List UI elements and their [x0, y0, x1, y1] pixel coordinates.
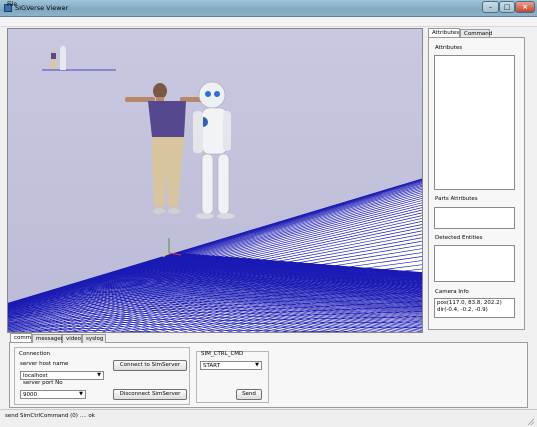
- camera-pos: pos(117.0, 83.8, 202.2): [437, 300, 502, 306]
- tab-video[interactable]: video: [62, 334, 82, 343]
- tab-attributes[interactable]: Attributes: [428, 28, 460, 37]
- send-button[interactable]: Send: [236, 389, 262, 400]
- connect-button[interactable]: Connect to SimServer: [113, 360, 187, 371]
- menu-bar: [0, 17, 537, 27]
- disconnect-button[interactable]: Disconnect SimServer: [113, 389, 187, 400]
- title-bar[interactable]: [0, 0, 537, 17]
- maximize-icon[interactable]: □: [499, 1, 515, 13]
- bottom-tab-strip: comm messages video syslog: [10, 333, 210, 343]
- server-port-value: 9000: [23, 392, 37, 398]
- tab-syslog[interactable]: syslog: [82, 334, 106, 343]
- minimize-icon[interactable]: –: [482, 1, 499, 13]
- chevron-down-icon[interactable]: ▼: [77, 391, 85, 398]
- camera-dir: dir(-0.4, -0.2, -0.9): [437, 307, 488, 313]
- server-host-label: server host name: [20, 361, 69, 367]
- attributes-label: Attributes: [435, 45, 463, 51]
- right-panel: Attributes Command Attributes Parts Attr…: [428, 28, 530, 331]
- camera-info-label: Camera Info: [435, 289, 469, 295]
- camera-info-box[interactable]: pos(117.0, 83.8, 202.2) dir(-0.4, -0.2, …: [434, 298, 515, 318]
- scene-render: [8, 29, 422, 332]
- server-host-value: localhost: [23, 373, 48, 379]
- server-port-label: server port No: [23, 380, 63, 386]
- server-host-input[interactable]: localhost ▼: [20, 371, 104, 380]
- status-text: send SimCtrlCommand (0) .... ok: [5, 413, 95, 419]
- resize-grip-icon[interactable]: [527, 418, 535, 426]
- parts-attributes-label: Parts Attributes: [435, 196, 478, 202]
- tab-messages[interactable]: messages: [32, 334, 64, 343]
- chevron-down-icon[interactable]: ▼: [95, 372, 103, 379]
- detected-entities-list[interactable]: [434, 245, 515, 282]
- 3d-viewport[interactable]: [7, 28, 423, 333]
- menu-file[interactable]: File: [7, 1, 17, 8]
- tab-comm[interactable]: comm: [10, 333, 32, 342]
- parts-attributes-list[interactable]: [434, 207, 515, 229]
- window-title: SIGVerse Viewer: [15, 4, 69, 12]
- close-icon[interactable]: ×: [515, 1, 535, 13]
- server-port-input[interactable]: 9000 ▼: [20, 390, 86, 399]
- sim-ctrl-value: START: [203, 363, 220, 369]
- connection-title: Connection: [19, 351, 51, 357]
- detected-entities-label: Detected Entities: [435, 235, 483, 241]
- sim-ctrl-select[interactable]: START ▼: [200, 361, 262, 370]
- chevron-down-icon[interactable]: ▼: [253, 362, 261, 369]
- attributes-list[interactable]: [434, 55, 515, 190]
- sim-ctrl-title: SIM_CTRL_CMD: [201, 351, 244, 357]
